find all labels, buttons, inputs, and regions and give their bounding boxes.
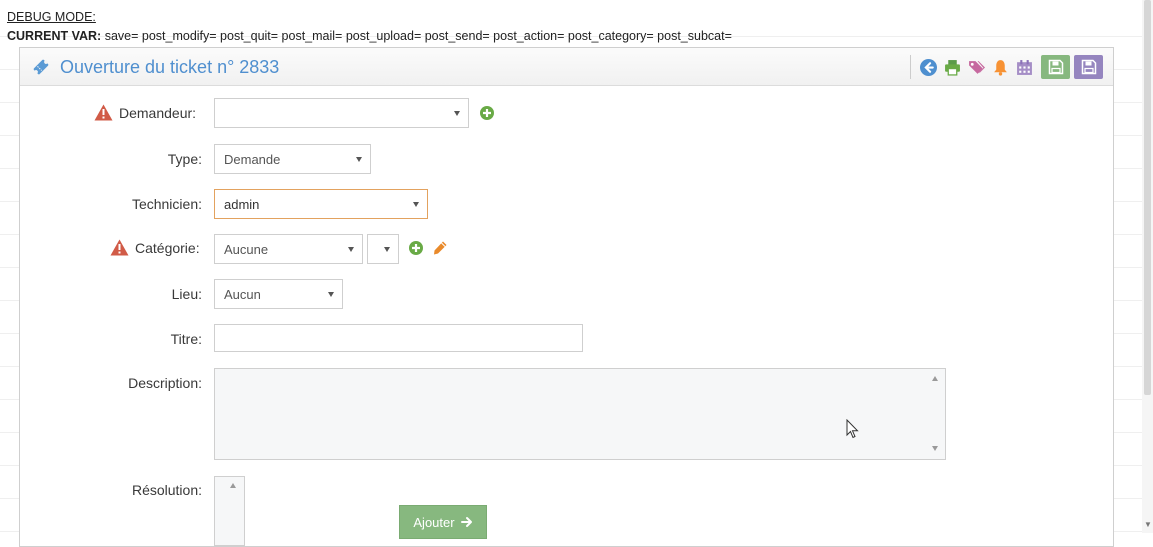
save-close-button[interactable] xyxy=(1074,55,1103,79)
demandeur-label-row: Demandeur: xyxy=(94,104,196,121)
back-button[interactable] xyxy=(917,56,939,78)
add-demandeur-icon[interactable] xyxy=(479,105,495,121)
demandeur-label: Demandeur: xyxy=(119,104,197,121)
mouse-cursor-icon xyxy=(846,419,859,439)
add-button-label: Ajouter xyxy=(413,514,455,530)
type-select[interactable]: Demande xyxy=(214,144,371,174)
debug-var-label: CURRENT VAR: xyxy=(7,29,102,43)
toolbar-divider xyxy=(910,55,911,79)
calendar-icon xyxy=(1016,59,1032,75)
save-button[interactable] xyxy=(1041,55,1070,79)
add-categorie-icon[interactable] xyxy=(408,240,424,256)
calendar-button[interactable] xyxy=(1013,56,1035,78)
tags-button[interactable] xyxy=(965,56,987,78)
edit-categorie-pencil-icon[interactable] xyxy=(432,240,448,256)
tags-icon xyxy=(968,60,985,74)
notify-button[interactable] xyxy=(989,56,1011,78)
resolution-label: Résolution: xyxy=(131,482,202,498)
categorie-select[interactable]: Aucune xyxy=(214,234,363,264)
debug-var-values: save= post_modify= post_quit= post_mail=… xyxy=(104,29,732,43)
panel-header: Ouverture du ticket n° 2833 xyxy=(20,48,1113,86)
print-icon xyxy=(944,59,960,76)
save-close-icon xyxy=(1081,59,1096,75)
type-label: Type: xyxy=(167,151,202,167)
technicien-select[interactable]: admin xyxy=(214,189,428,219)
debug-info: DEBUG MODE: CURRENT VAR: save= post_modi… xyxy=(7,8,732,46)
warning-icon xyxy=(94,104,113,121)
titre-label: Titre: xyxy=(170,331,202,347)
print-button[interactable] xyxy=(941,56,963,78)
page-title: Ouverture du ticket n° 2833 xyxy=(60,57,280,77)
scroll-down-arrow[interactable]: ▼ xyxy=(1144,520,1152,529)
resolution-scroll-up[interactable] xyxy=(230,483,236,488)
lieu-select[interactable]: Aucun xyxy=(214,279,343,309)
description-scroll-down[interactable] xyxy=(932,446,938,451)
save-icon xyxy=(1048,59,1063,75)
warning-icon xyxy=(110,239,129,256)
debug-vars: CURRENT VAR: save= post_modify= post_qui… xyxy=(7,27,732,46)
description-scroll-up[interactable] xyxy=(932,376,938,381)
debug-title: DEBUG MODE: xyxy=(7,10,96,24)
categorie-label-row: Catégorie: xyxy=(110,239,200,256)
categorie-label: Catégorie: xyxy=(135,239,200,256)
back-icon xyxy=(919,58,937,76)
ticket-icon xyxy=(33,59,49,75)
add-button[interactable]: Ajouter xyxy=(399,505,487,539)
lieu-label: Lieu: xyxy=(171,286,202,302)
description-textarea[interactable] xyxy=(214,368,946,460)
arrow-right-icon xyxy=(460,517,472,527)
demandeur-select[interactable] xyxy=(214,98,469,128)
subcategorie-select[interactable] xyxy=(367,234,399,264)
description-label: Description: xyxy=(128,375,202,391)
technicien-label: Technicien: xyxy=(131,196,202,212)
header-toolbar xyxy=(910,55,1103,79)
bell-icon xyxy=(993,59,1007,76)
titre-input[interactable] xyxy=(214,324,583,352)
scrollbar-thumb[interactable] xyxy=(1144,0,1151,395)
